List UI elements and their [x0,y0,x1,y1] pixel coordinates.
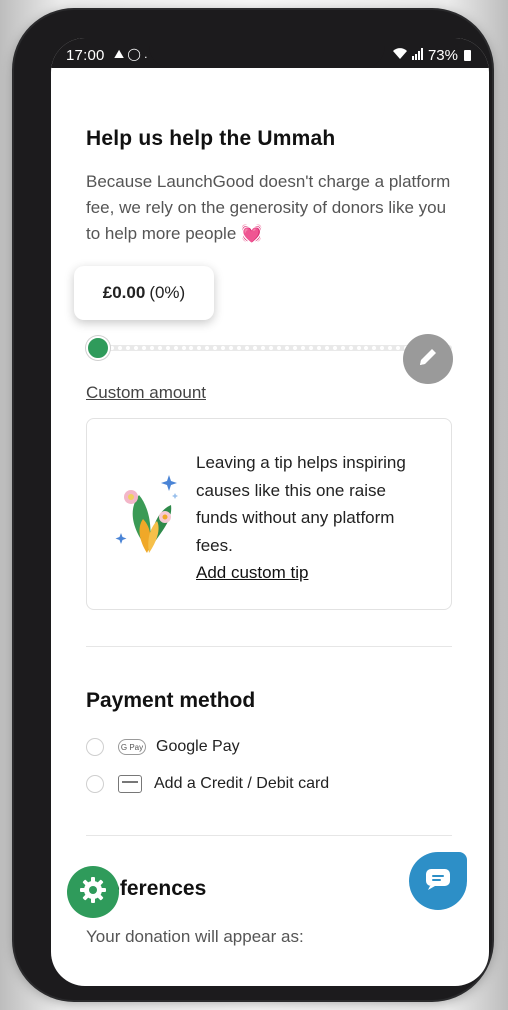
slider-tick [133,346,138,350]
slider-tick [388,346,393,350]
status-bar: 17:00 ⛰ ◯ . 73% [51,38,489,68]
slider-tick [308,346,313,350]
slider-tick [253,346,258,350]
slider-tick [157,346,162,350]
settings-button[interactable] [67,866,119,918]
slider-tick [125,346,130,350]
gear-icon [78,875,108,910]
tip-section-description: Because LaunchGood doesn't charge a plat… [86,169,452,247]
payment-method-title: Payment method [86,689,256,712]
slider-tick [356,346,361,350]
slider-tick [261,346,266,350]
signal-icon [411,47,424,64]
credit-card-icon [118,775,142,793]
payment-option-card[interactable]: Add a Credit / Debit card [86,775,329,793]
slider-tick [197,346,202,350]
slider-tick [380,346,385,350]
plant-illustration [113,471,183,557]
credit-card-label: Add a Credit / Debit card [154,775,330,792]
tip-percent: (0%) [149,283,186,302]
slider-tick [189,346,194,350]
slider-tick [396,346,401,350]
phone-frame: 17:00 ⛰ ◯ . 73% Help us help the Ummah B… [14,10,492,1000]
slider-tick [237,346,242,350]
tip-section-title: Help us help the Ummah [86,127,336,150]
chat-icon [424,867,452,896]
slider-tick [348,346,353,350]
heart-icon: 💓 [241,224,263,243]
slider-tick [332,346,337,350]
payment-option-google-pay[interactable]: G Pay Google Pay [86,738,240,756]
slider-tick [269,346,274,350]
slider-tick [300,346,305,350]
tip-slider[interactable] [86,336,452,360]
slider-tick [316,346,321,350]
status-time: 17:00 [66,47,105,64]
tip-info-card: Leaving a tip helps inspiring causes lik… [86,418,452,610]
slider-tick [213,346,218,350]
slider-tick [109,346,114,350]
notification-icons: ⛰ ◯ . [114,47,148,61]
tip-amount: £0.00 [102,283,146,302]
slider-tick [173,346,178,350]
preferences-subtitle: Your donation will appear as: [86,927,304,946]
battery-icon [464,50,471,61]
tip-amount-bubble: £0.00 (0%) [74,266,214,320]
divider [86,646,452,647]
slider-tick [205,346,210,350]
slider-thumb[interactable] [86,336,110,360]
tip-description-text: Because LaunchGood doesn't charge a plat… [86,172,451,243]
radio-google-pay[interactable] [86,738,104,756]
status-right: 73% [392,47,471,64]
pencil-icon [417,346,439,373]
camera-notch [149,38,385,68]
divider [86,835,452,836]
slider-tick [324,346,329,350]
slider-tick [229,346,234,350]
radio-credit-card[interactable] [86,775,104,793]
slider-tick [284,346,289,350]
slider-tick [117,346,122,350]
tip-card-message: Leaving a tip helps inspiring causes lik… [196,453,406,555]
wifi-icon [392,47,408,64]
slider-tick [292,346,297,350]
edit-button[interactable] [403,334,453,384]
chat-button[interactable] [409,852,467,910]
slider-tick [276,346,281,350]
slider-tick [165,346,170,350]
slider-tick [340,346,345,350]
battery-percent: 73% [427,47,458,64]
slider-tick [364,346,369,350]
slider-tick [181,346,186,350]
google-pay-label: Google Pay [156,738,240,755]
slider-tick [372,346,377,350]
slider-tick [245,346,250,350]
app-screen: 17:00 ⛰ ◯ . 73% Help us help the Ummah B… [51,38,489,986]
slider-tick [149,346,154,350]
slider-tick [141,346,146,350]
add-custom-tip-link[interactable]: Add custom tip [196,559,426,587]
slider-tick-dots [102,346,448,350]
tip-card-text: Leaving a tip helps inspiring causes lik… [196,449,426,587]
custom-amount-link[interactable]: Custom amount [86,383,206,403]
google-pay-icon: G Pay [118,739,146,755]
slider-tick [221,346,226,350]
